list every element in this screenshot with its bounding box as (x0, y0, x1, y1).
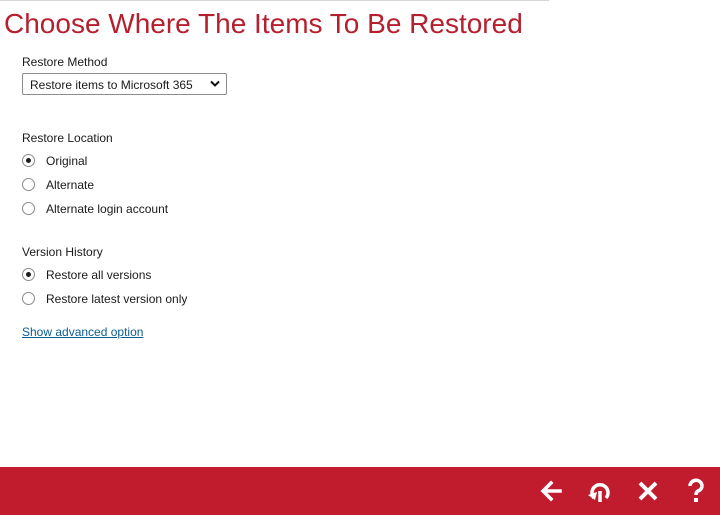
top-divider (0, 0, 549, 1)
version-history-label: Version History (22, 245, 103, 259)
radio-button[interactable] (22, 178, 35, 191)
radio-label: Restore all versions (46, 268, 152, 282)
close-icon (638, 481, 658, 501)
restore-location-label: Restore Location (22, 131, 113, 145)
help-button[interactable] (681, 477, 711, 505)
restore-method-label: Restore Method (22, 55, 108, 69)
radio-button[interactable] (22, 268, 35, 281)
radio-label: Restore latest version only (46, 292, 188, 306)
help-icon (688, 478, 704, 502)
radio-button[interactable] (22, 154, 35, 167)
restore-icon (588, 482, 610, 502)
back-button[interactable] (536, 477, 566, 505)
restore-method-selected-value: Restore items to Microsoft 365 (30, 78, 193, 92)
radio-label: Alternate (46, 178, 95, 192)
page-title: Choose Where The Items To Be Restored (4, 8, 523, 39)
chevron-down-icon (210, 80, 220, 87)
show-advanced-option-link[interactable]: Show advanced option (22, 325, 143, 339)
radio-label: Original (46, 154, 88, 168)
radio-button[interactable] (22, 202, 35, 215)
radio-label: Alternate login account (46, 202, 169, 216)
radio-button[interactable] (22, 292, 35, 305)
cancel-button[interactable] (633, 477, 663, 505)
restore-method-select[interactable]: Restore items to Microsoft 365 (22, 73, 227, 95)
arrow-left-icon (540, 480, 562, 502)
restore-button[interactable] (585, 477, 615, 505)
bottom-action-bar (0, 467, 720, 515)
